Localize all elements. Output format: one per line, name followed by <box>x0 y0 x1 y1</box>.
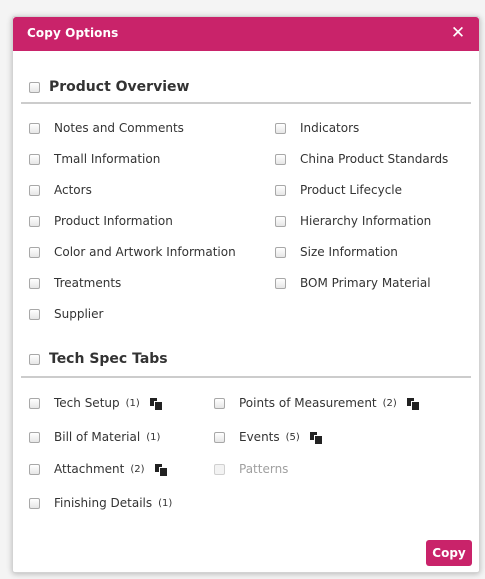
option-label: Patterns <box>239 462 289 476</box>
option-tech-setup[interactable]: Tech Setup (1) <box>29 394 163 412</box>
option-product-information[interactable]: Product Information <box>29 212 173 230</box>
option-count: (1) <box>146 431 161 443</box>
checkbox[interactable] <box>29 463 40 475</box>
section-product-overview[interactable]: Product Overview <box>29 77 189 97</box>
option-bill-of-material[interactable]: Bill of Material (1) <box>29 428 160 446</box>
option-size-information[interactable]: Size Information <box>275 243 398 261</box>
option-finishing-details[interactable]: Finishing Details (1) <box>29 494 172 512</box>
option-label: Supplier <box>54 307 104 321</box>
checkbox[interactable] <box>29 431 40 443</box>
product-overview-title: Product Overview <box>49 79 190 95</box>
option-label: Finishing Details <box>54 496 153 510</box>
checkbox[interactable] <box>29 308 40 320</box>
option-china-product-standards[interactable]: China Product Standards <box>275 150 448 168</box>
option-indicators[interactable]: Indicators <box>275 119 359 137</box>
option-label: Treatments <box>54 276 122 290</box>
option-label: Size Information <box>300 245 398 259</box>
option-color-and-artwork-information[interactable]: Color and Artwork Information <box>29 243 236 261</box>
option-patterns: Patterns <box>214 460 288 478</box>
checkbox[interactable] <box>275 122 286 134</box>
option-label: Product Information <box>54 214 173 228</box>
checkbox[interactable] <box>29 397 40 409</box>
dialog-header: Copy Options ✕ <box>13 17 479 51</box>
checkbox[interactable] <box>275 246 286 258</box>
option-product-lifecycle[interactable]: Product Lifecycle <box>275 181 402 199</box>
option-notes-and-comments[interactable]: Notes and Comments <box>29 119 184 137</box>
option-label: Points of Measurement <box>239 396 377 410</box>
option-label: Actors <box>54 183 92 197</box>
option-count: (1) <box>125 397 140 409</box>
copy-icon[interactable] <box>154 463 168 477</box>
product-overview-checkbox[interactable] <box>29 81 40 93</box>
option-count: (5) <box>285 431 300 443</box>
option-label: Product Lifecycle <box>300 183 403 197</box>
copy-button[interactable]: Copy <box>426 540 472 566</box>
checkbox[interactable] <box>29 277 40 289</box>
option-label: BOM Primary Material <box>300 276 431 290</box>
option-bom-primary-material[interactable]: BOM Primary Material <box>275 274 431 292</box>
option-label: Bill of Material <box>54 430 141 444</box>
checkbox[interactable] <box>29 246 40 258</box>
checkbox[interactable] <box>214 397 225 409</box>
checkbox[interactable] <box>29 184 40 196</box>
option-treatments[interactable]: Treatments <box>29 274 121 292</box>
option-label: Indicators <box>300 121 360 135</box>
option-events[interactable]: Events (5) <box>214 428 323 446</box>
dialog-title: Copy Options <box>27 26 119 40</box>
section-tech-spec-tabs[interactable]: Tech Spec Tabs <box>29 349 168 369</box>
checkbox[interactable] <box>275 184 286 196</box>
option-label: China Product Standards <box>300 152 449 166</box>
option-hierarchy-information[interactable]: Hierarchy Information <box>275 212 431 230</box>
option-label: Tmall Information <box>54 152 161 166</box>
checkbox[interactable] <box>29 497 40 509</box>
option-count: (1) <box>158 497 173 509</box>
tech-spec-divider <box>21 376 471 378</box>
option-label: Tech Setup <box>54 396 120 410</box>
checkbox[interactable] <box>275 277 286 289</box>
option-points-of-measurement[interactable]: Points of Measurement (2) <box>214 394 420 412</box>
option-tmall-information[interactable]: Tmall Information <box>29 150 160 168</box>
option-attachment[interactable]: Attachment (2) <box>29 460 168 478</box>
option-actors[interactable]: Actors <box>29 181 92 199</box>
option-label: Attachment <box>54 462 125 476</box>
option-label: Events <box>239 430 280 444</box>
option-label: Hierarchy Information <box>300 214 432 228</box>
copy-options-dialog: Copy Options ✕ Product Overview Notes an… <box>12 16 480 573</box>
tech-spec-tabs-title: Tech Spec Tabs <box>49 351 168 367</box>
checkbox[interactable] <box>214 431 225 443</box>
checkbox <box>214 463 225 475</box>
copy-icon[interactable] <box>309 431 323 445</box>
option-label: Color and Artwork Information <box>54 245 236 259</box>
option-count: (2) <box>130 463 145 475</box>
tech-spec-tabs-checkbox[interactable] <box>29 353 40 365</box>
option-count: (2) <box>382 397 397 409</box>
checkbox[interactable] <box>29 215 40 227</box>
checkbox[interactable] <box>29 122 40 134</box>
checkbox[interactable] <box>275 215 286 227</box>
checkbox[interactable] <box>29 153 40 165</box>
product-overview-divider <box>21 102 471 104</box>
copy-icon[interactable] <box>406 397 420 411</box>
copy-icon[interactable] <box>149 397 163 411</box>
option-supplier[interactable]: Supplier <box>29 305 103 323</box>
close-icon[interactable]: ✕ <box>449 23 467 43</box>
option-label: Notes and Comments <box>54 121 184 135</box>
checkbox[interactable] <box>275 153 286 165</box>
